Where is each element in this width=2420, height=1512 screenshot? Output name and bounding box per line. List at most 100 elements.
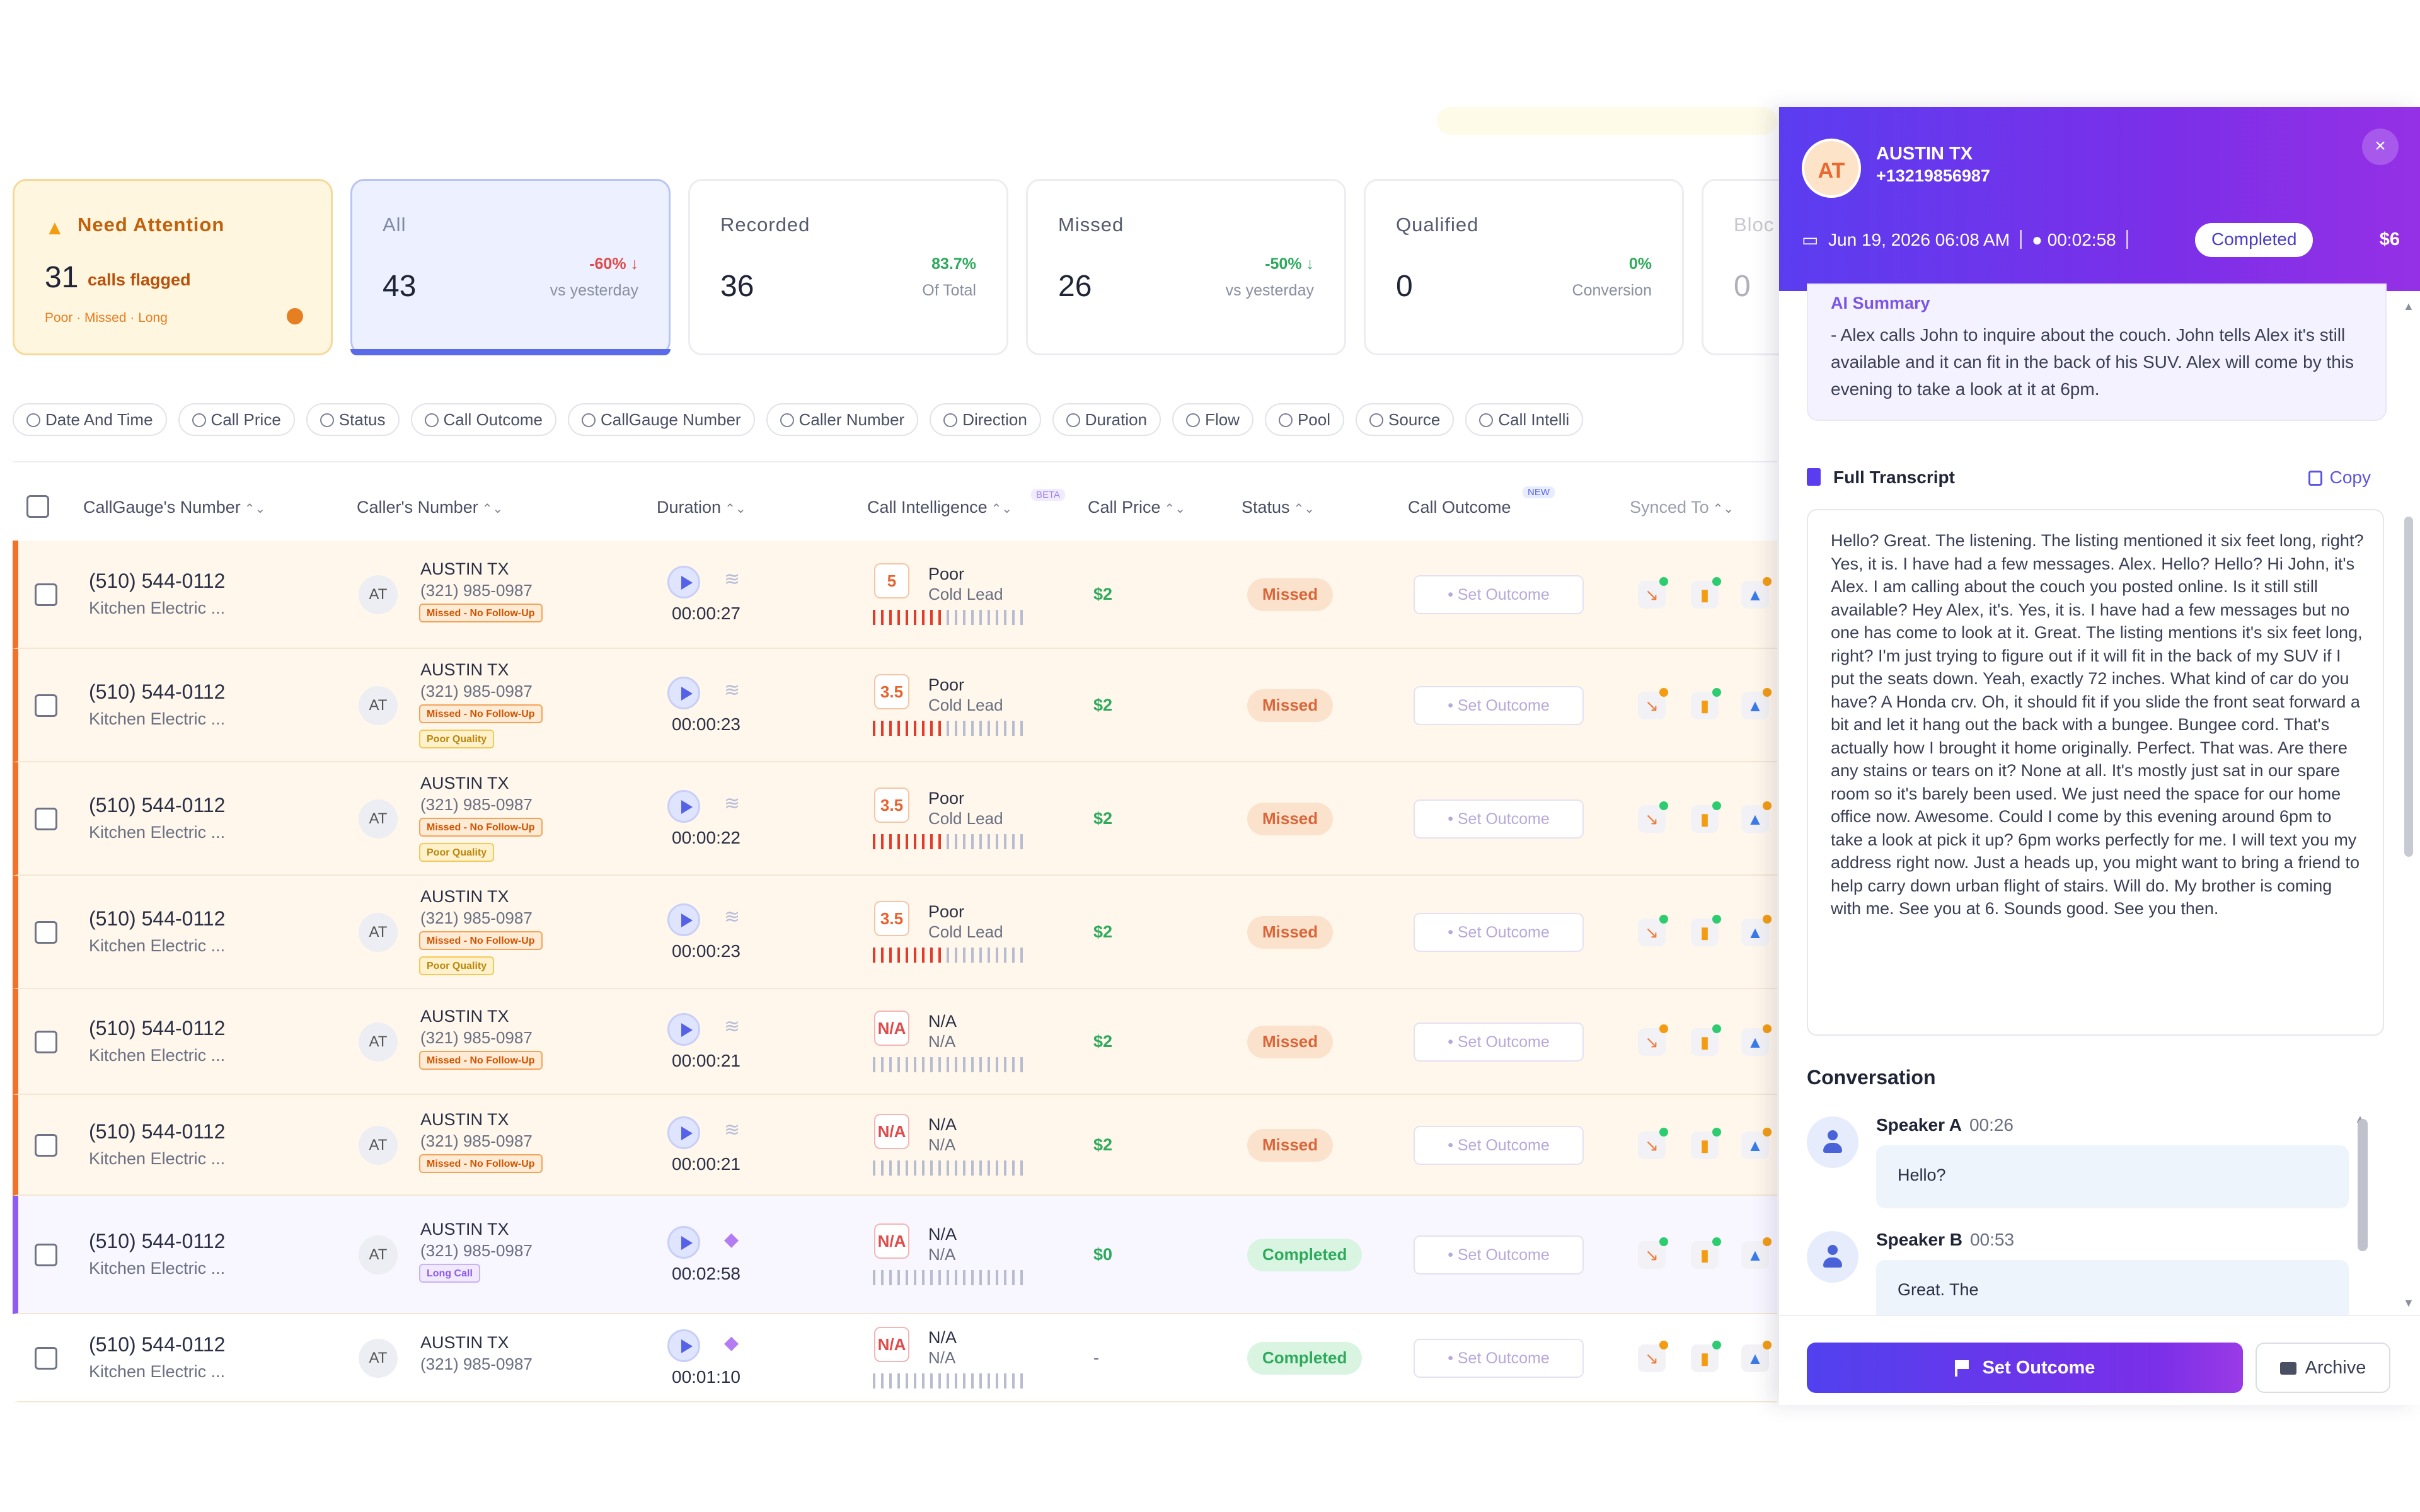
transcript-box[interactable]: Hello? Great. The listening. The listing…: [1807, 509, 2384, 1036]
scroll-down-icon[interactable]: ▼: [2403, 1297, 2414, 1310]
card-missed[interactable]: Missed 26 -50% ↓ vs yesterday: [1026, 179, 1346, 355]
set-outcome-button[interactable]: • Set Outcome: [1414, 1022, 1584, 1062]
row-checkbox[interactable]: [35, 921, 57, 944]
col-caller-number[interactable]: Caller's Number ⌃⌄: [357, 498, 503, 517]
caller-phone[interactable]: (321) 985-0987: [420, 908, 533, 928]
sync-arrow-icon[interactable]: ↘: [1638, 1341, 1668, 1372]
analytics-icon[interactable]: ▮: [1691, 1024, 1721, 1056]
card-all[interactable]: All 43 -60% ↓ vs yesterday: [350, 179, 671, 355]
play-button[interactable]: [667, 677, 700, 709]
close-button[interactable]: ×: [2362, 129, 2399, 165]
callgauge-number[interactable]: (510) 544-0112: [89, 680, 225, 704]
callgauge-number[interactable]: (510) 544-0112: [89, 1120, 225, 1143]
table-row[interactable]: (510) 544-0112 Kitchen Electric ... AT AUST…: [13, 876, 1777, 989]
filter-chip[interactable]: Status: [306, 403, 400, 436]
sync-arrow-icon[interactable]: ↘: [1638, 577, 1668, 609]
google-ads-icon[interactable]: ▲: [1741, 1341, 1772, 1372]
sync-arrow-icon[interactable]: ↘: [1638, 1237, 1668, 1269]
card-qualified[interactable]: Qualified 0 0% Conversion: [1364, 179, 1684, 355]
row-checkbox[interactable]: [35, 1134, 57, 1157]
row-checkbox[interactable]: [35, 1031, 57, 1053]
google-ads-icon[interactable]: ▲: [1741, 688, 1772, 719]
filter-chip[interactable]: Caller Number: [766, 403, 919, 436]
waveform-icon[interactable]: ≋: [724, 1119, 740, 1141]
caller-phone[interactable]: (321) 985-0987: [420, 1028, 533, 1048]
row-checkbox[interactable]: [35, 808, 57, 830]
callgauge-number[interactable]: (510) 544-0112: [89, 570, 225, 593]
ai-sparkle-icon[interactable]: ◆: [724, 1228, 739, 1251]
filter-chip[interactable]: Call Intelli: [1465, 403, 1584, 436]
filter-chip[interactable]: Call Price: [178, 403, 295, 436]
set-outcome-button[interactable]: • Set Outcome: [1414, 1339, 1584, 1378]
row-checkbox[interactable]: [35, 583, 57, 606]
analytics-icon[interactable]: ▮: [1691, 577, 1721, 609]
waveform-icon[interactable]: ≋: [724, 906, 740, 928]
col-status[interactable]: Status ⌃⌄: [1242, 498, 1315, 517]
card-recorded[interactable]: Recorded 36 83.7% Of Total: [688, 179, 1008, 355]
table-row[interactable]: (510) 544-0112 Kitchen Electric ... AT AUST…: [13, 989, 1777, 1095]
sync-arrow-icon[interactable]: ↘: [1638, 688, 1668, 719]
google-ads-icon[interactable]: ▲: [1741, 915, 1772, 946]
set-outcome-button[interactable]: • Set Outcome: [1414, 686, 1584, 725]
col-duration[interactable]: Duration ⌃⌄: [657, 498, 746, 517]
sync-arrow-icon[interactable]: ↘: [1638, 801, 1668, 833]
callgauge-number[interactable]: (510) 544-0112: [89, 907, 225, 931]
analytics-icon[interactable]: ▮: [1691, 1237, 1721, 1269]
table-row[interactable]: (510) 544-0112 Kitchen Electric ... AT AUST…: [13, 1196, 1777, 1314]
card-need-attention[interactable]: ▲ Need Attention 31 calls flagged Poor ·…: [13, 179, 333, 355]
google-ads-icon[interactable]: ▲: [1741, 1237, 1772, 1269]
col-call-intelligence[interactable]: Call Intelligence ⌃⌄: [867, 498, 1012, 517]
table-row[interactable]: (510) 544-0112 Kitchen Electric ... AT AUST…: [13, 541, 1777, 649]
set-outcome-button[interactable]: • Set Outcome: [1414, 1235, 1584, 1274]
filter-chip[interactable]: Duration: [1052, 403, 1161, 436]
analytics-icon[interactable]: ▮: [1691, 915, 1721, 946]
play-button[interactable]: [667, 1116, 700, 1149]
filter-chip[interactable]: Direction: [930, 403, 1041, 436]
filter-chip[interactable]: Pool: [1264, 403, 1345, 436]
col-callgauge-number[interactable]: CallGauge's Number ⌃⌄: [83, 498, 265, 517]
set-outcome-button[interactable]: • Set Outcome: [1414, 799, 1584, 839]
callgauge-number[interactable]: (510) 544-0112: [89, 1017, 225, 1040]
table-row[interactable]: (510) 544-0112 Kitchen Electric ... AT AUST…: [13, 1095, 1777, 1196]
table-row[interactable]: (510) 544-0112 Kitchen Electric ... AT AUST…: [13, 1314, 1777, 1402]
row-checkbox[interactable]: [35, 1244, 57, 1266]
copy-button[interactable]: Copy: [2308, 467, 2371, 488]
sync-arrow-icon[interactable]: ↘: [1638, 1024, 1668, 1056]
row-checkbox[interactable]: [35, 694, 57, 717]
play-button[interactable]: [667, 1329, 700, 1362]
col-call-price[interactable]: Call Price ⌃⌄: [1088, 498, 1185, 517]
play-button[interactable]: [667, 566, 700, 598]
select-all-checkbox[interactable]: [26, 495, 49, 518]
panel-scrollbar[interactable]: [2404, 517, 2413, 857]
play-button[interactable]: [667, 1226, 700, 1259]
caller-phone[interactable]: (321) 985-0987: [420, 581, 533, 600]
google-ads-icon[interactable]: ▲: [1741, 801, 1772, 833]
scroll-up-icon[interactable]: ▲: [2403, 300, 2414, 313]
set-outcome-button[interactable]: Set Outcome: [1807, 1343, 2243, 1393]
sync-arrow-icon[interactable]: ↘: [1638, 915, 1668, 946]
col-synced-to[interactable]: Synced To ⌃⌄: [1630, 498, 1734, 517]
google-ads-icon[interactable]: ▲: [1741, 577, 1772, 609]
waveform-icon[interactable]: ≋: [724, 1016, 740, 1038]
analytics-icon[interactable]: ▮: [1691, 1128, 1721, 1159]
filter-chip[interactable]: Call Outcome: [410, 403, 557, 436]
filter-chip[interactable]: CallGauge Number: [568, 403, 755, 436]
archive-button[interactable]: Archive: [2256, 1343, 2390, 1393]
filter-chip[interactable]: Flow: [1172, 403, 1253, 436]
caller-phone[interactable]: (321) 985-0987: [420, 1354, 533, 1374]
caller-phone[interactable]: (321) 985-0987: [420, 1241, 533, 1261]
filter-chip[interactable]: Date And Time: [13, 403, 167, 436]
caller-phone[interactable]: (321) 985-0987: [420, 795, 533, 815]
google-ads-icon[interactable]: ▲: [1741, 1128, 1772, 1159]
table-row[interactable]: (510) 544-0112 Kitchen Electric ... AT AUST…: [13, 649, 1777, 762]
play-button[interactable]: [667, 790, 700, 823]
filter-chip[interactable]: Source: [1356, 403, 1455, 436]
analytics-icon[interactable]: ▮: [1691, 801, 1721, 833]
conversation-scrollbar[interactable]: [2358, 1119, 2368, 1251]
sync-arrow-icon[interactable]: ↘: [1638, 1128, 1668, 1159]
set-outcome-button[interactable]: • Set Outcome: [1414, 575, 1584, 614]
callgauge-number[interactable]: (510) 544-0112: [89, 794, 225, 817]
table-row[interactable]: (510) 544-0112 Kitchen Electric ... AT AUST…: [13, 762, 1777, 876]
set-outcome-button[interactable]: • Set Outcome: [1414, 1126, 1584, 1165]
google-ads-icon[interactable]: ▲: [1741, 1024, 1772, 1056]
